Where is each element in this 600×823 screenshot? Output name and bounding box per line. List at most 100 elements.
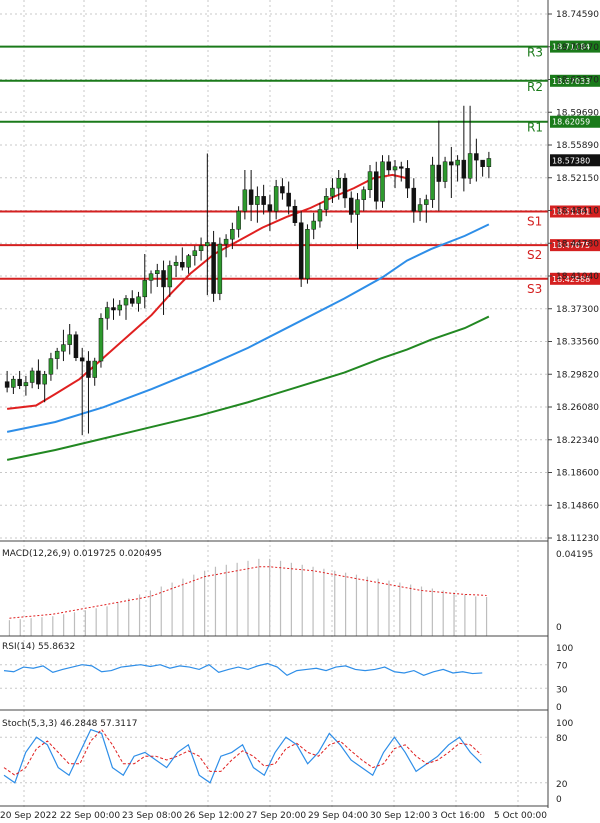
- candle-body: [411, 187, 417, 212]
- candle-body: [311, 220, 316, 230]
- rsi-tick-label: 0: [556, 703, 562, 713]
- candle-body: [380, 161, 385, 202]
- candle-body: [23, 382, 29, 387]
- candle-body: [486, 158, 492, 167]
- price-tick-label: 18.37300: [556, 305, 599, 315]
- candle-body: [48, 358, 54, 375]
- candle-body: [461, 159, 467, 179]
- price-tick-label: 18.48410: [556, 207, 599, 217]
- candle-body: [4, 381, 10, 388]
- candle-body: [417, 204, 423, 212]
- candle-body: [73, 334, 79, 359]
- level-name-r1: R1: [527, 121, 543, 135]
- candle-body: [455, 159, 460, 166]
- candlesticks: [4, 105, 492, 436]
- candle-body: [267, 204, 273, 212]
- price-tick-label: 18.55890: [556, 141, 599, 151]
- stoch-tick-label: 20: [556, 780, 568, 790]
- price-tick-label: 18.52150: [556, 174, 599, 184]
- stoch-d-line: [3, 728, 482, 776]
- candle-body: [79, 357, 85, 362]
- level-name-r3: R3: [527, 46, 543, 60]
- price-tick-label: 18.11230: [556, 534, 599, 544]
- stoch-title: Stoch(5,3,3) 46.2848 57.3117: [2, 719, 137, 729]
- rsi-title: RSI(14) 55.8632: [2, 642, 75, 652]
- candle-body: [330, 187, 335, 197]
- rsi-tick-label: 30: [556, 685, 568, 695]
- candle-body: [117, 304, 122, 311]
- candle-body: [280, 186, 285, 194]
- candle-body: [436, 164, 442, 182]
- level-name-s3: S3: [527, 282, 542, 296]
- x-tick-label: 23 Sep 08:00: [122, 811, 182, 821]
- candle-body: [61, 344, 66, 352]
- chart-canvas: R3 18.71184R2 18.67033R1 18.62059S118.51161…: [0, 0, 600, 821]
- current-price-value: 18.57380: [552, 156, 590, 165]
- price-tick-label: 18.26080: [556, 403, 599, 413]
- rsi-line: [3, 662, 483, 677]
- axis-ticks: 18.74590 18.70670 18.63370 18.59690 18.55890…: [548, 10, 599, 544]
- candle-body: [474, 153, 479, 161]
- candle-body: [155, 270, 160, 275]
- price-tick-label: 18.44780: [556, 239, 599, 249]
- price-tick-label: 18.70670: [556, 43, 599, 53]
- candle-body: [286, 192, 291, 207]
- candle-body: [399, 166, 404, 169]
- candle-body: [392, 166, 398, 171]
- candle-body: [386, 161, 392, 171]
- x-tick-label: 22 Sep 00:00: [60, 811, 120, 821]
- candle-body: [367, 171, 373, 191]
- candle-body: [211, 242, 216, 294]
- ma-line-1: [6, 223, 490, 433]
- level-name-s1: S1: [527, 214, 542, 228]
- candle-body: [292, 205, 298, 223]
- candle-body: [430, 164, 435, 200]
- candle-body: [98, 317, 104, 362]
- x-axis: 20 Sep 2022 22 Sep 00:00 23 Sep 08:00 26 Se…: [0, 811, 547, 821]
- candle-body: [405, 168, 410, 189]
- price-tick-label: 18.14860: [556, 501, 599, 511]
- stoch-panel: Stoch(5,3,3) 46.2848 57.3117 100 80 20 0: [0, 719, 573, 805]
- candle-body: [167, 265, 173, 288]
- candle-body: [261, 196, 266, 205]
- candle-body: [111, 307, 116, 311]
- candle-body: [161, 270, 166, 288]
- candle-body: [180, 261, 185, 268]
- candle-body: [317, 209, 323, 222]
- candle-body: [173, 261, 179, 266]
- candle-body: [148, 273, 154, 281]
- candle-body: [305, 229, 310, 279]
- candle-body: [205, 242, 210, 247]
- candle-body: [186, 255, 191, 268]
- candle-body: [248, 189, 254, 205]
- candle-body: [54, 350, 60, 359]
- candle-body: [355, 199, 360, 215]
- rsi-panel: RSI(14) 55.8632 100 70 30 0: [0, 642, 573, 713]
- macd-tick-zero: 0: [556, 623, 562, 633]
- candle-body: [255, 196, 260, 205]
- price-tick-label: 18.33560: [556, 338, 599, 348]
- candle-body: [342, 177, 348, 199]
- candle-body: [217, 243, 223, 294]
- x-tick-label: 26 Sep 12:00: [184, 811, 244, 821]
- candle-body: [123, 298, 129, 306]
- x-tick-label: 29 Sep 04:00: [308, 811, 368, 821]
- candle-body: [92, 360, 97, 378]
- candle-body: [480, 159, 485, 167]
- candle-body: [361, 189, 366, 200]
- candle-body: [104, 307, 110, 319]
- candle-body: [42, 373, 47, 385]
- level-name-r2: R2: [527, 80, 543, 94]
- macd-tick-top: 0.04195: [556, 550, 593, 560]
- candle-body: [348, 197, 354, 215]
- rsi-tick-label: 70: [556, 662, 568, 672]
- x-tick-label: 3 Oct 16:00: [432, 811, 485, 821]
- candle-body: [298, 222, 304, 279]
- candle-body: [467, 153, 473, 179]
- rsi-tick-label: 100: [556, 644, 573, 654]
- macd-panel: MACD(12,26,9) 0.019725 0.020495 0.04195 0: [2, 549, 593, 636]
- level-name-s2: S2: [527, 248, 542, 262]
- moving-average-lines: [6, 173, 490, 461]
- stoch-tick-label: 100: [556, 719, 573, 729]
- price-tick-label: 18.59690: [556, 108, 599, 118]
